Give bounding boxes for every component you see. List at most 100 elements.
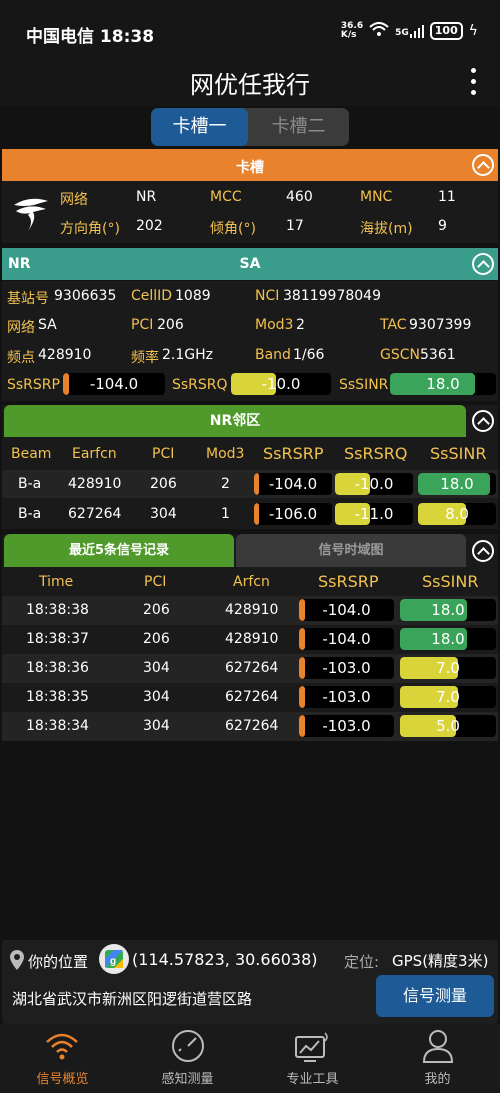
- fix-label: 定位:: [344, 953, 380, 971]
- wifi-signal-icon: [45, 1030, 79, 1064]
- label-arfcn: 频点: [7, 350, 35, 366]
- address: 湖北省武汉市新洲区阳逻街道营区路: [12, 990, 253, 1008]
- label-cellid: CellID: [131, 288, 173, 304]
- nav-item-overview[interactable]: 信号概览: [0, 1024, 125, 1093]
- value-nci: 38119978049: [283, 288, 381, 304]
- value-network: SA: [38, 317, 57, 333]
- neighbor-section-header[interactable]: NR邻区: [2, 405, 498, 437]
- ssrsrp-value: -104.0: [268, 475, 318, 493]
- cell-arfcn: 428910: [225, 631, 279, 647]
- cell-time: 18:38:37: [26, 631, 89, 647]
- ssrsrp-value: -104.0: [322, 630, 371, 648]
- nr-section-header[interactable]: NR SA: [2, 248, 498, 280]
- sim-slot-tabs: 卡槽一 卡槽二: [151, 108, 349, 146]
- nav-item-mine[interactable]: 我的: [375, 1024, 500, 1093]
- ssrsrq-bar: -10.0: [335, 473, 413, 495]
- status-time: 中国电信 18:38: [26, 27, 155, 47]
- col-pci: PCI: [152, 446, 175, 462]
- person-icon: [422, 1029, 454, 1067]
- ssrsrq-bar: -11.0: [335, 503, 413, 525]
- nav-label: 感知测量: [161, 1072, 214, 1087]
- value-gnb-id: 9306635: [54, 288, 117, 304]
- label-ssrsrp: SsRSRP: [7, 377, 60, 393]
- cell-pci: 206: [150, 476, 177, 492]
- location-pin-icon: [10, 950, 24, 970]
- sssinr-value: 8.0: [445, 505, 469, 523]
- nr-info-panel: 基站号 9306635 CellID 1089 NCI 38119978049 …: [2, 281, 498, 401]
- sssinr-bar: 5.0: [400, 715, 496, 737]
- sssinr-bar: 18.0: [400, 599, 496, 621]
- nav-label: 专业工具: [286, 1072, 339, 1087]
- ssrsrp-value: -103.0: [322, 717, 371, 735]
- cell-arfcn: 627264: [225, 689, 279, 705]
- cell-pci: 304: [150, 506, 177, 522]
- collapse-icon[interactable]: [472, 410, 494, 432]
- sssinr-value: 18.0: [426, 375, 460, 393]
- ssrsrp-value: -104.0: [322, 601, 371, 619]
- label-tilt: 倾角(°): [210, 221, 256, 237]
- value-network: NR: [136, 189, 157, 205]
- col-pci: PCI: [144, 574, 167, 590]
- nav-item-tools[interactable]: 专业工具: [250, 1024, 375, 1093]
- col-earfcn: Earfcn: [72, 446, 117, 462]
- value-mcc: 460: [286, 189, 313, 205]
- value-band: 1/66: [293, 347, 325, 363]
- label-tac: TAC: [380, 317, 407, 333]
- label-network: 网络: [60, 192, 88, 208]
- table-row: 18:38:34 304 627264 -103.0 5.0: [2, 712, 498, 741]
- tab-slot-2[interactable]: 卡槽二: [248, 108, 349, 146]
- collapse-icon[interactable]: [472, 154, 494, 176]
- ssrsrq-bar: -10.0: [231, 373, 331, 395]
- sssinr-value: 18.0: [431, 630, 465, 648]
- tab-slot-1[interactable]: 卡槽一: [151, 108, 248, 146]
- collapse-icon[interactable]: [472, 253, 494, 275]
- table-row: 18:38:35 304 627264 -103.0 7.0: [2, 683, 498, 712]
- sssinr-bar: 18.0: [390, 373, 496, 395]
- ssrsrp-value: -106.0: [268, 505, 318, 523]
- collapse-icon[interactable]: [472, 540, 494, 562]
- battery-icon: 100: [429, 22, 463, 40]
- cell-signal-icon: 5G: [395, 24, 424, 38]
- value-frequency: 2.1GHz: [162, 347, 213, 363]
- more-menu-icon[interactable]: [466, 66, 480, 98]
- label-pci: PCI: [131, 317, 154, 333]
- nr-header-mode: SA: [239, 256, 261, 272]
- label-mod3: Mod3: [255, 317, 294, 333]
- sssinr-value: 18.0: [431, 601, 465, 619]
- label-band: Band: [255, 347, 291, 363]
- cell-time: 18:38:38: [26, 602, 89, 618]
- ssrsrp-bar: -106.0: [254, 503, 332, 525]
- bottom-nav: 信号概览 感知测量 专业工具 我的: [0, 1024, 500, 1093]
- ssrsrq-value: -11.0: [354, 505, 394, 523]
- nav-item-measure[interactable]: 感知测量: [125, 1024, 250, 1093]
- cell-arfcn: 627264: [225, 660, 279, 676]
- label-frequency: 频率: [131, 350, 159, 366]
- cell-time: 18:38:34: [26, 718, 89, 734]
- charging-icon: ϟ: [468, 23, 478, 39]
- col-beam: Beam: [11, 446, 52, 462]
- status-bar: 中国电信 18:38 36.6 K/s 5G 100 ϟ: [0, 0, 500, 60]
- location-card: 你的位置 g (114.57823, 30.66038) 定位: GPS(精度3…: [2, 940, 498, 1024]
- status-icons: 36.6 K/s 5G 100 ϟ: [341, 22, 478, 40]
- ssrsrp-bar: -104.0: [299, 599, 394, 621]
- col-ssrsrp: SsRSRP: [263, 444, 324, 463]
- tab-recent-records[interactable]: 最近5条信号记录: [4, 534, 234, 567]
- value-arfcn: 428910: [38, 347, 92, 363]
- ssrsrp-bar: -103.0: [299, 715, 394, 737]
- network-speed: 36.6 K/s: [340, 21, 364, 40]
- cell-earfcn: 627264: [68, 506, 122, 522]
- ssrsrp-value: -103.0: [322, 688, 371, 706]
- sssinr-bar: 18.0: [400, 628, 496, 650]
- cell-pci: 304: [143, 689, 170, 705]
- label-mnc: MNC: [360, 189, 393, 205]
- table-row: B-a 627264 304 1 -106.0 -11.0 8.0: [2, 500, 498, 528]
- card-section-header[interactable]: 卡槽: [2, 149, 498, 181]
- neighbor-table: Beam Earfcn PCI Mod3 SsRSRP SsRSRQ SsSIN…: [2, 437, 498, 529]
- value-mod3: 2: [296, 317, 305, 333]
- cell-beam: B-a: [18, 506, 42, 522]
- google-maps-icon[interactable]: g: [99, 944, 129, 974]
- cell-mod3: 1: [221, 506, 230, 522]
- tab-signal-timeline[interactable]: 信号时域图: [236, 534, 466, 567]
- ssrsrp-value: -103.0: [322, 659, 371, 677]
- signal-measure-button[interactable]: 信号测量: [376, 975, 494, 1017]
